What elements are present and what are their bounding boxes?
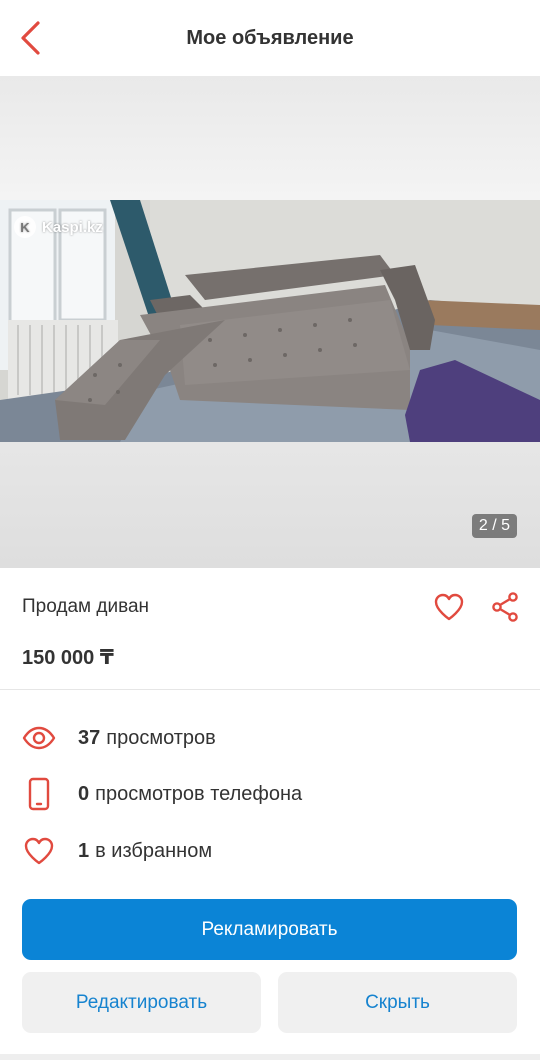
- stat-label: просмотров телефона: [95, 782, 303, 805]
- listing-photo[interactable]: K Kaspi.kz: [0, 200, 540, 442]
- hide-button[interactable]: Скрыть: [278, 972, 517, 1033]
- listing-title-row: Продам диван: [22, 590, 522, 624]
- watermark: K Kaspi.kz: [14, 216, 103, 238]
- share-icon: [492, 592, 518, 622]
- photo-counter: 2 / 5: [471, 514, 517, 538]
- stat-count: 0: [78, 782, 90, 805]
- eye-icon: [22, 721, 56, 755]
- listing-price: 150 000 ₸: [22, 647, 114, 669]
- heart-icon: [22, 834, 56, 868]
- bottom-divider: [0, 1054, 540, 1060]
- stat-count: 1: [78, 839, 90, 862]
- stat-label: в избранном: [95, 839, 213, 862]
- chevron-left-icon: [21, 21, 40, 55]
- watermark-text: Kaspi.kz: [42, 218, 103, 236]
- photo-gallery[interactable]: K Kaspi.kz 2 / 5: [0, 76, 540, 568]
- share-button[interactable]: [488, 590, 522, 624]
- stat-count: 37: [78, 726, 101, 749]
- back-button[interactable]: [10, 18, 50, 58]
- stat-favorites: 1 в избранном: [22, 834, 212, 868]
- listing-title: Продам диван: [22, 596, 150, 617]
- heart-icon: [434, 593, 464, 621]
- promote-button[interactable]: Рекламировать: [22, 899, 517, 960]
- page-title: Мое объявление: [186, 26, 354, 49]
- app-header: Мое объявление: [0, 0, 540, 76]
- stat-phone-views: 0 просмотров телефона: [22, 777, 302, 811]
- phone-icon: [22, 777, 56, 811]
- favorite-button[interactable]: [432, 590, 466, 624]
- edit-button[interactable]: Редактировать: [22, 972, 261, 1033]
- stat-views: 37 просмотров: [22, 721, 216, 755]
- kaspi-logo-icon: K: [14, 216, 36, 238]
- stat-label: просмотров: [106, 726, 216, 749]
- divider: [0, 689, 540, 690]
- listing-actions: [432, 590, 522, 624]
